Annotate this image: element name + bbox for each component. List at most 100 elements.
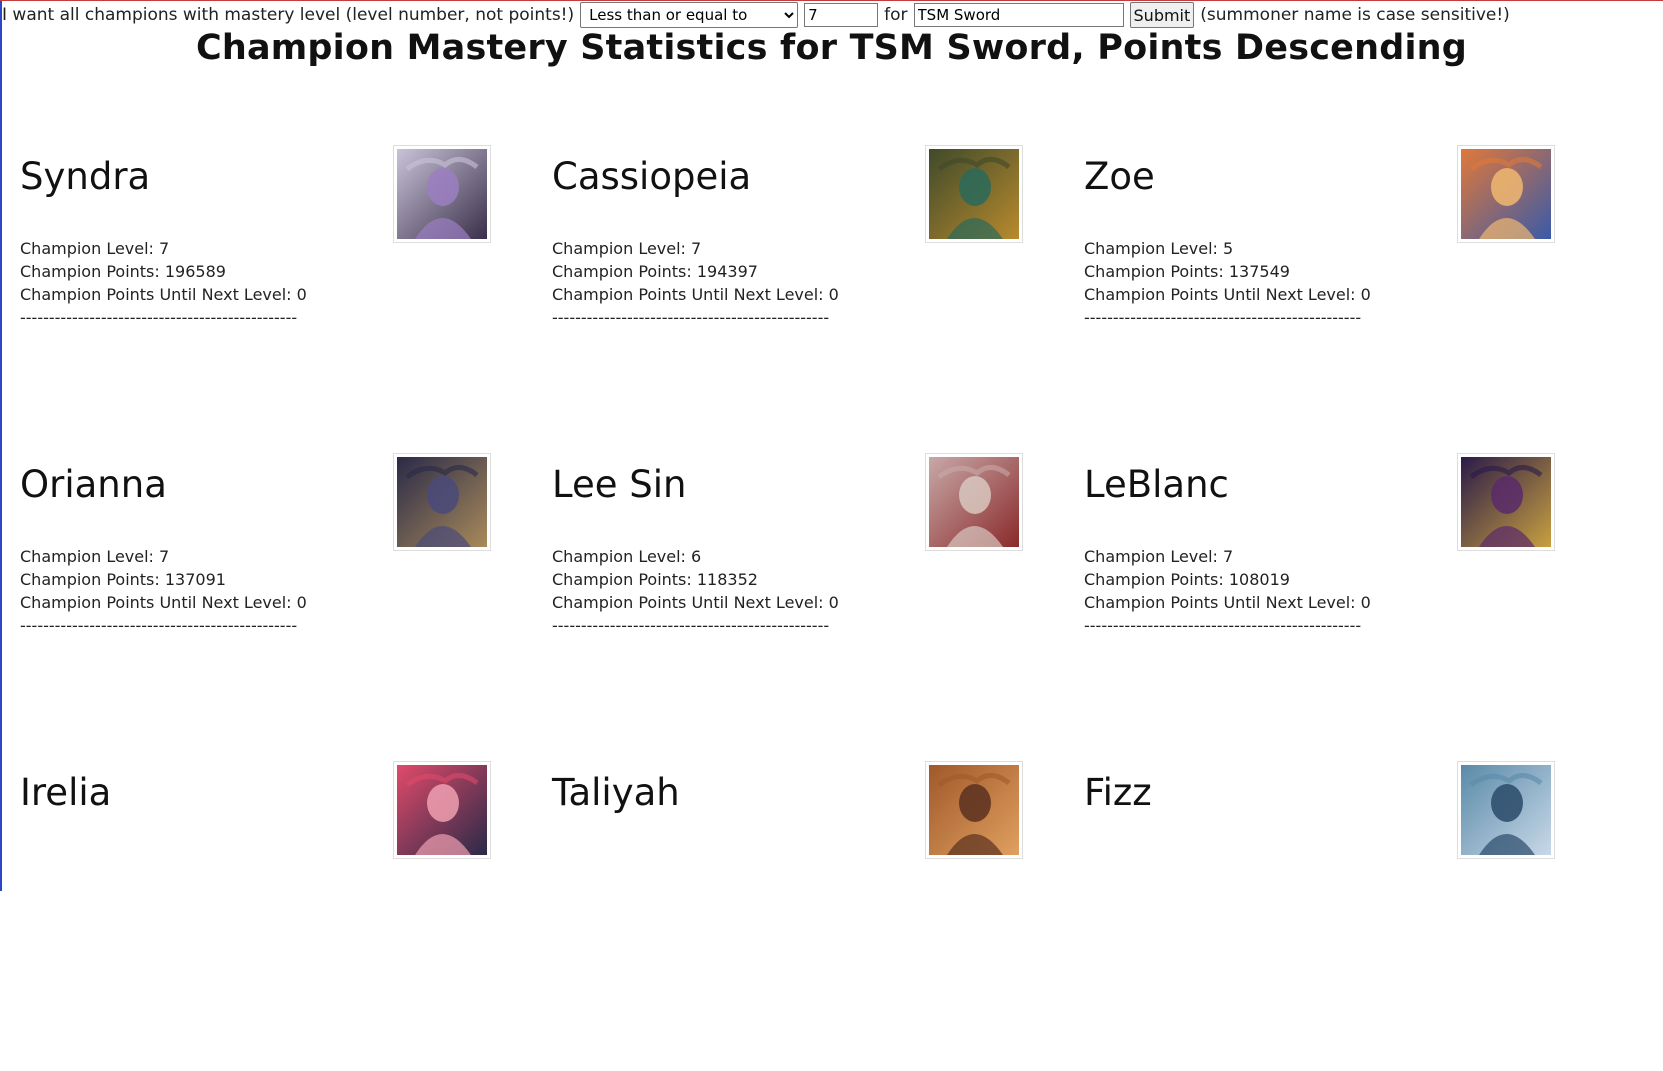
champion-until-next-line-label: Champion Points Until Next Level: <box>20 285 297 304</box>
champion-until-next-line: Champion Points Until Next Level: 0 <box>552 283 839 306</box>
champion-points-line: Champion Points: 118352 <box>552 568 839 591</box>
champion-level-line-label: Champion Level: <box>20 547 160 566</box>
champion-portrait-image <box>925 145 1023 243</box>
top-edge-rule <box>0 0 1663 1</box>
champion-card: Cassiopeia Champion Level: 7 Champion Poin… <box>532 145 1032 455</box>
champion-portrait-image <box>1457 453 1555 551</box>
champion-stats: Champion Level: 5 Champion Points: 137549… <box>1084 237 1371 329</box>
card-divider: ----------------------------------------… <box>20 308 298 327</box>
champion-until-next-line-value: 0 <box>828 593 839 612</box>
champion-portrait-art <box>1461 149 1551 239</box>
champion-level-line-label: Champion Level: <box>1084 239 1224 258</box>
champion-level-line: Champion Level: 6 <box>552 545 839 568</box>
for-text: for <box>884 5 908 25</box>
champion-portrait-image <box>1457 145 1555 243</box>
champion-name: Lee Sin <box>552 463 687 506</box>
champion-name: Zoe <box>1084 155 1155 198</box>
champion-level-line: Champion Level: 5 <box>1084 237 1371 260</box>
champion-level-line: Champion Level: 7 <box>552 237 839 260</box>
champion-level-line-label: Champion Level: <box>552 547 692 566</box>
champion-until-next-line-label: Champion Points Until Next Level: <box>20 593 297 612</box>
submit-button[interactable]: Submit <box>1129 2 1195 28</box>
summoner-name-input[interactable] <box>913 3 1124 27</box>
champion-points-line-label: Champion Points: <box>1084 570 1229 589</box>
champion-level-line-value: 7 <box>691 239 702 258</box>
champion-card: Fizz <box>1064 761 1564 1071</box>
champion-points-line-value: 137549 <box>1228 262 1290 281</box>
card-divider: ----------------------------------------… <box>20 616 298 635</box>
champion-stats: Champion Level: 6 Champion Points: 118352… <box>552 545 839 637</box>
champion-card: LeBlanc Champion Level: 7 Champion Points:… <box>1064 453 1564 763</box>
champion-points-line-label: Champion Points: <box>552 262 697 281</box>
champion-points-line-label: Champion Points: <box>20 570 165 589</box>
champion-points-line: Champion Points: 137091 <box>20 568 307 591</box>
champion-card: Taliyah <box>532 761 1032 1071</box>
champion-portrait-image <box>393 453 491 551</box>
champion-points-line: Champion Points: 196589 <box>20 260 307 283</box>
comparison-select[interactable]: Less than or equal to <box>580 2 799 28</box>
card-divider: ----------------------------------------… <box>552 616 830 635</box>
champion-points-line-value: 137091 <box>164 570 226 589</box>
champion-name: Cassiopeia <box>552 155 752 198</box>
champion-level-line-label: Champion Level: <box>1084 547 1224 566</box>
champion-points-line-value: 108019 <box>1228 570 1290 589</box>
champion-points-line-label: Champion Points: <box>20 262 165 281</box>
champion-portrait-art <box>397 765 487 855</box>
champion-level-line-value: 7 <box>159 239 170 258</box>
champion-until-next-line-value: 0 <box>296 593 307 612</box>
champion-until-next-line-value: 0 <box>828 285 839 304</box>
champion-until-next-line: Champion Points Until Next Level: 0 <box>20 591 307 614</box>
champion-portrait-image <box>393 761 491 859</box>
champion-stats: Champion Level: 7 Champion Points: 108019… <box>1084 545 1371 637</box>
champion-portrait-image <box>925 761 1023 859</box>
champion-card: Zoe Champion Level: 5 Champion Points: 137… <box>1064 145 1564 455</box>
champion-portrait-art <box>929 457 1019 547</box>
champion-level-line-value: 5 <box>1223 239 1234 258</box>
filter-prefix-text: I want all champions with mastery level … <box>2 5 575 25</box>
champion-until-next-line-label: Champion Points Until Next Level: <box>552 593 829 612</box>
champion-level-line: Champion Level: 7 <box>1084 545 1371 568</box>
champion-stats: Champion Level: 7 Champion Points: 196589… <box>20 237 307 329</box>
card-divider: ----------------------------------------… <box>1084 308 1362 327</box>
champion-name: Syndra <box>20 155 151 198</box>
champion-until-next-line-label: Champion Points Until Next Level: <box>1084 285 1361 304</box>
champion-until-next-line-value: 0 <box>296 285 307 304</box>
champion-portrait-art <box>929 765 1019 855</box>
champion-points-line-label: Champion Points: <box>552 570 697 589</box>
champion-level-line-value: 6 <box>691 547 702 566</box>
champion-points-line-value: 118352 <box>696 570 758 589</box>
champion-name: Irelia <box>20 771 112 814</box>
champion-name: Orianna <box>20 463 167 506</box>
champion-card: Syndra Champion Level: 7 Champion Points: … <box>0 145 500 455</box>
champion-portrait-art <box>397 149 487 239</box>
champion-points-line: Champion Points: 194397 <box>552 260 839 283</box>
champion-level-line: Champion Level: 7 <box>20 237 307 260</box>
champion-card: Orianna Champion Level: 7 Champion Points:… <box>0 453 500 763</box>
champion-portrait-image <box>925 453 1023 551</box>
champion-name: LeBlanc <box>1084 463 1229 506</box>
champion-level-line-label: Champion Level: <box>552 239 692 258</box>
card-divider: ----------------------------------------… <box>552 308 830 327</box>
champion-until-next-line: Champion Points Until Next Level: 0 <box>1084 283 1371 306</box>
champion-until-next-line-label: Champion Points Until Next Level: <box>1084 593 1361 612</box>
champion-level-line-value: 7 <box>1223 547 1234 566</box>
champion-points-line-label: Champion Points: <box>1084 262 1229 281</box>
champion-card: Irelia <box>0 761 500 1071</box>
page-title: Champion Mastery Statistics for TSM Swor… <box>195 28 1468 68</box>
champion-level-line-label: Champion Level: <box>20 239 160 258</box>
champion-stats: Champion Level: 7 Champion Points: 194397… <box>552 237 839 329</box>
champion-portrait-image <box>1457 761 1555 859</box>
champion-portrait-image <box>393 145 491 243</box>
level-input[interactable] <box>804 3 879 27</box>
champion-card: Lee Sin Champion Level: 6 Champion Points:… <box>532 453 1032 763</box>
champion-name: Fizz <box>1084 771 1152 814</box>
champion-until-next-line-value: 0 <box>1360 593 1371 612</box>
champion-stats: Champion Level: 7 Champion Points: 137091… <box>20 545 307 637</box>
case-sensitive-note: (summoner name is case sensitive!) <box>1200 5 1510 25</box>
champion-portrait-art <box>397 457 487 547</box>
champion-points-line-value: 194397 <box>696 262 758 281</box>
champion-points-line: Champion Points: 137549 <box>1084 260 1371 283</box>
champion-name: Taliyah <box>552 771 680 814</box>
champion-points-line: Champion Points: 108019 <box>1084 568 1371 591</box>
champion-until-next-line-label: Champion Points Until Next Level: <box>552 285 829 304</box>
